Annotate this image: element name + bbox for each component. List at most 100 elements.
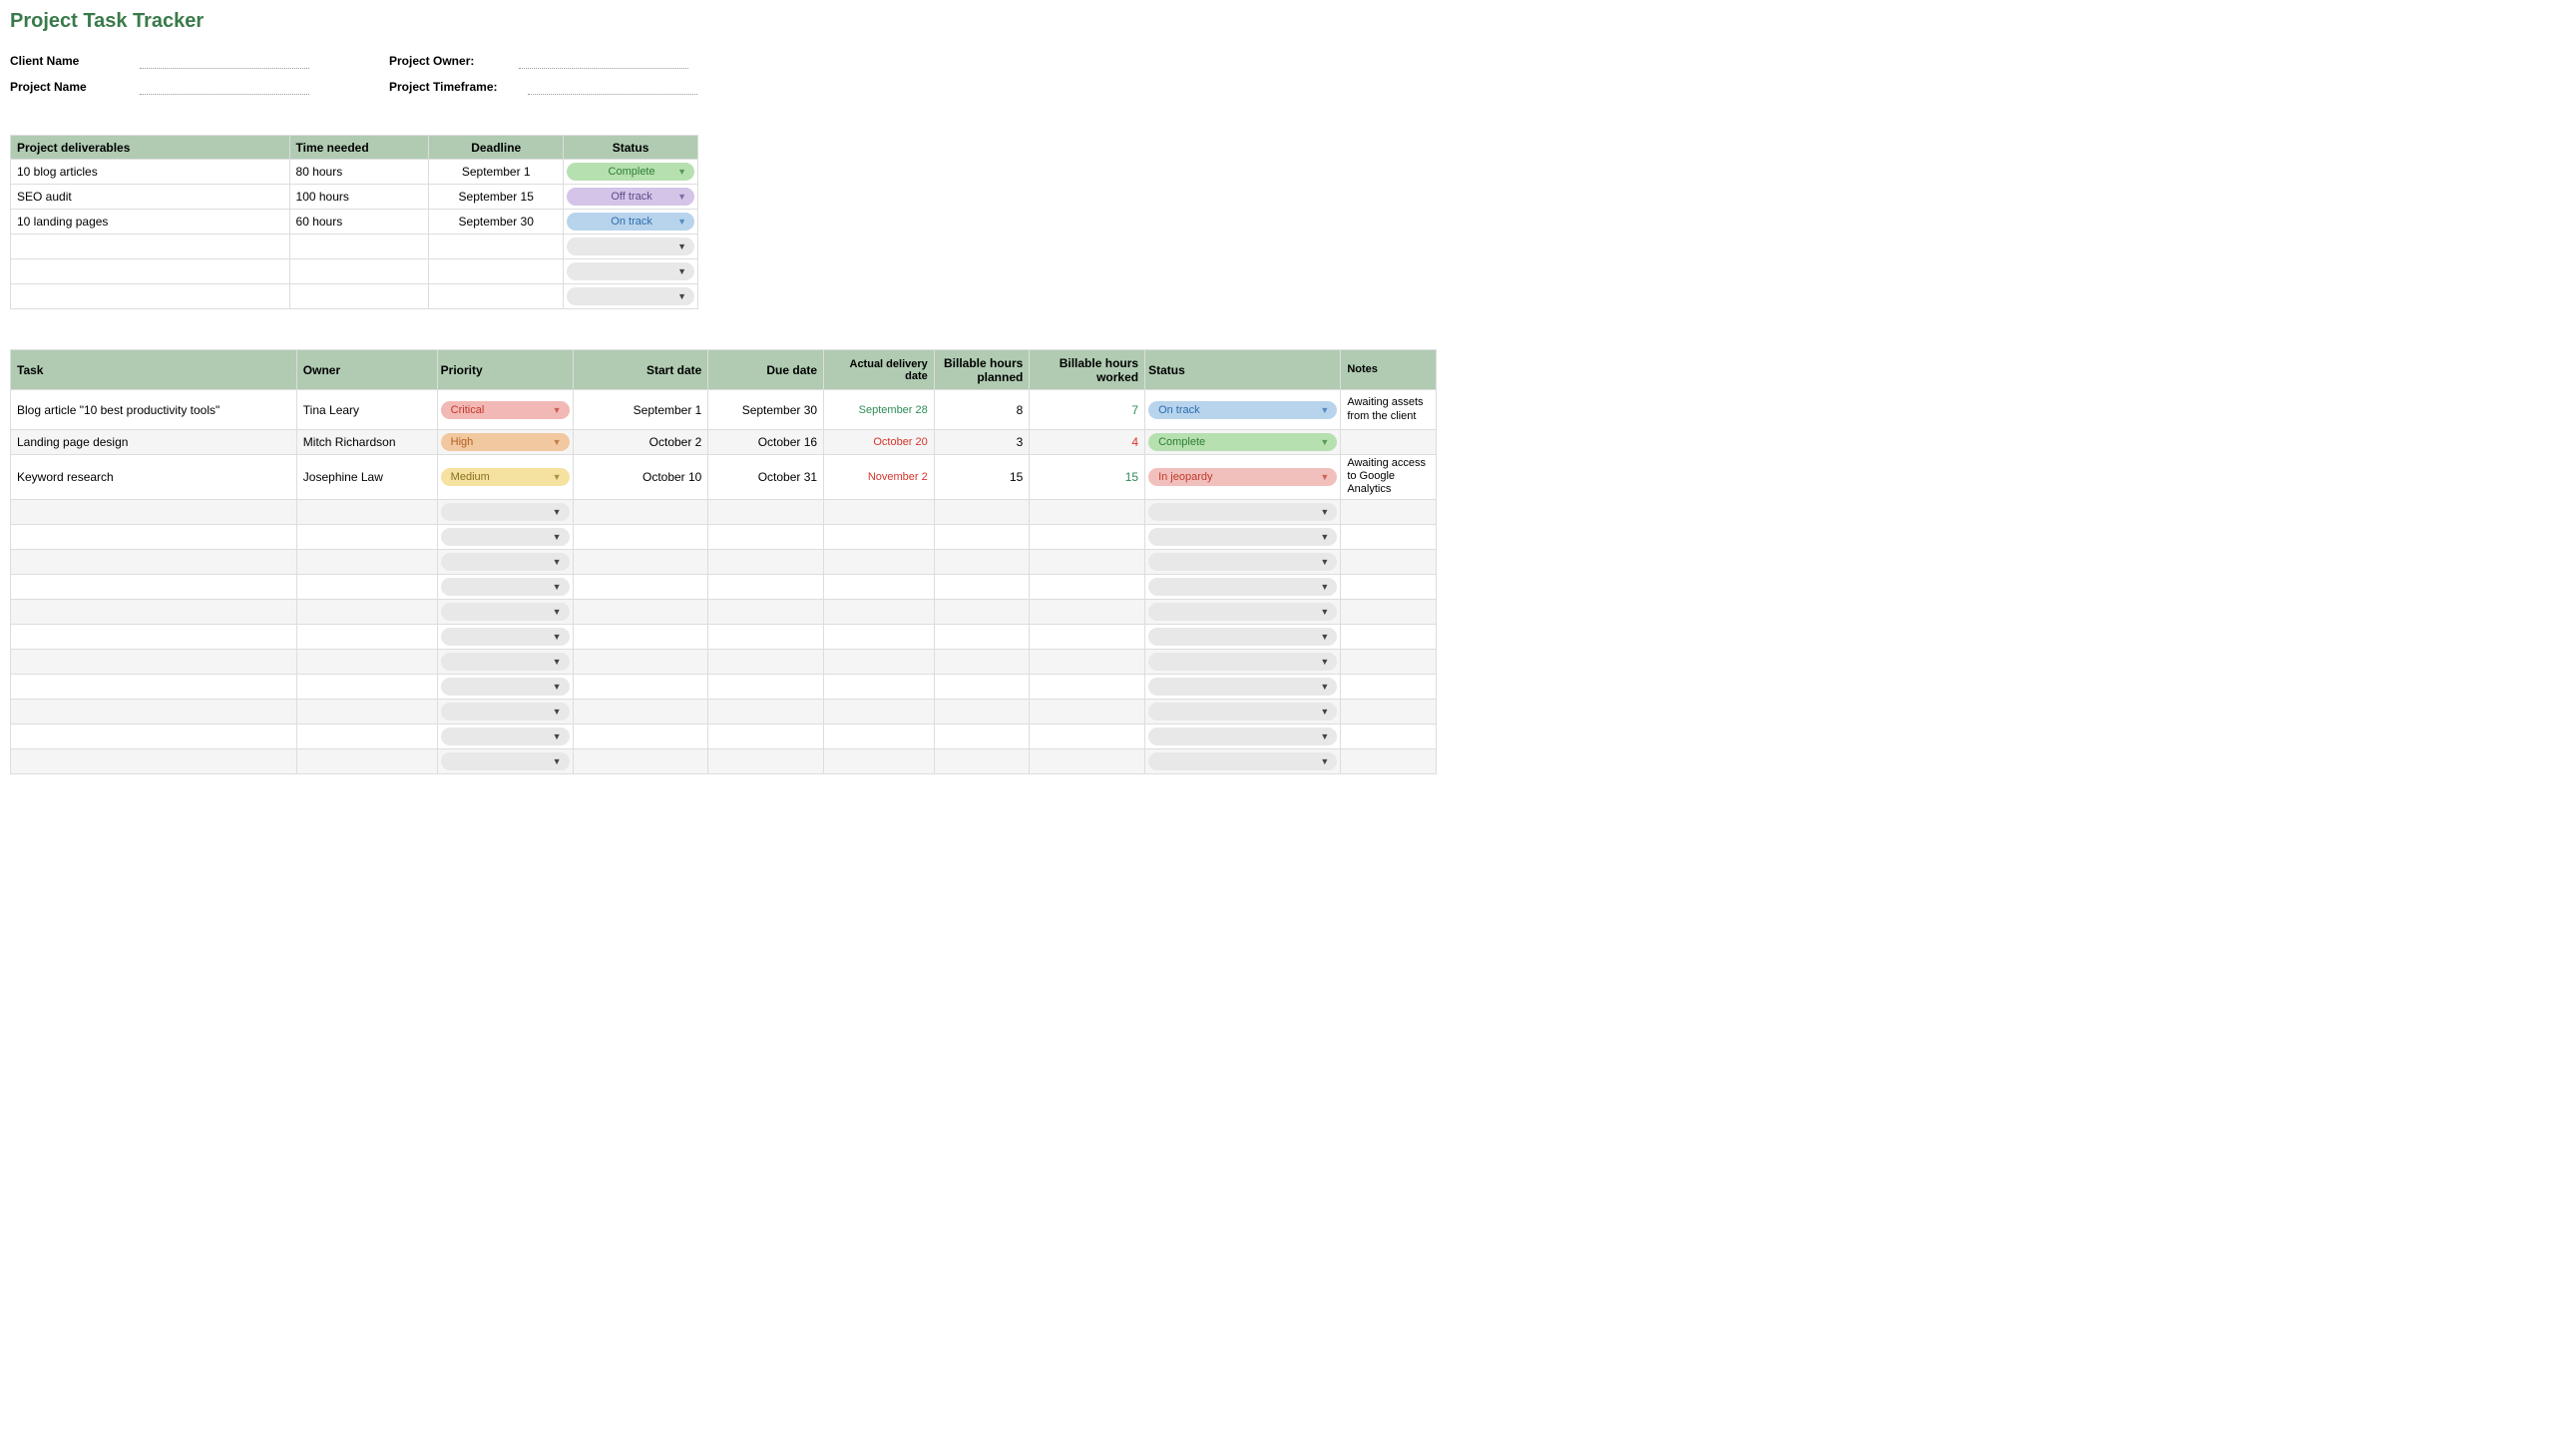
- actual-cell[interactable]: [824, 574, 935, 599]
- planned-cell[interactable]: [934, 524, 1030, 549]
- project-name-input[interactable]: [140, 79, 309, 95]
- planned-cell[interactable]: [934, 574, 1030, 599]
- owner-cell[interactable]: [296, 674, 437, 699]
- notes-cell[interactable]: [1341, 624, 1437, 649]
- deliverable-cell[interactable]: 10 blog articles: [11, 160, 290, 185]
- start-cell[interactable]: [573, 624, 708, 649]
- due-cell[interactable]: [708, 524, 824, 549]
- owner-cell[interactable]: [296, 649, 437, 674]
- planned-cell[interactable]: [934, 674, 1030, 699]
- owner-cell[interactable]: [296, 724, 437, 748]
- task-cell[interactable]: [11, 499, 297, 524]
- notes-cell[interactable]: Awaiting assets from the client: [1341, 390, 1437, 430]
- task-cell[interactable]: [11, 649, 297, 674]
- deadline-cell[interactable]: [429, 259, 564, 284]
- deliverable-cell[interactable]: [11, 284, 290, 309]
- time-cell[interactable]: 60 hours: [289, 210, 429, 235]
- status-dropdown[interactable]: ▼: [1148, 752, 1337, 770]
- actual-cell[interactable]: [824, 649, 935, 674]
- owner-cell[interactable]: [296, 748, 437, 773]
- priority-dropdown[interactable]: High▼: [441, 433, 570, 451]
- notes-cell[interactable]: [1341, 724, 1437, 748]
- status-dropdown[interactable]: ▼: [1148, 628, 1337, 646]
- deliverable-cell[interactable]: SEO audit: [11, 185, 290, 210]
- start-cell[interactable]: [573, 724, 708, 748]
- time-cell[interactable]: 100 hours: [289, 185, 429, 210]
- planned-cell[interactable]: 15: [934, 455, 1030, 500]
- start-cell[interactable]: [573, 524, 708, 549]
- worked-cell[interactable]: [1030, 574, 1145, 599]
- deliverable-cell[interactable]: 10 landing pages: [11, 210, 290, 235]
- notes-cell[interactable]: [1341, 599, 1437, 624]
- worked-cell[interactable]: 4: [1030, 430, 1145, 455]
- planned-cell[interactable]: [934, 699, 1030, 724]
- due-cell[interactable]: [708, 748, 824, 773]
- notes-cell[interactable]: [1341, 549, 1437, 574]
- project-owner-input[interactable]: [519, 53, 688, 69]
- start-cell[interactable]: [573, 574, 708, 599]
- priority-dropdown[interactable]: ▼: [441, 752, 570, 770]
- priority-dropdown[interactable]: Critical▼: [441, 401, 570, 419]
- worked-cell[interactable]: [1030, 724, 1145, 748]
- notes-cell[interactable]: Awaiting access to Google Analytics: [1341, 455, 1437, 500]
- task-cell[interactable]: Landing page design: [11, 430, 297, 455]
- status-dropdown[interactable]: ▼: [1148, 578, 1337, 596]
- deadline-cell[interactable]: [429, 284, 564, 309]
- status-dropdown[interactable]: ▼: [1148, 503, 1337, 521]
- actual-cell[interactable]: [824, 699, 935, 724]
- task-cell[interactable]: [11, 624, 297, 649]
- planned-cell[interactable]: [934, 649, 1030, 674]
- owner-cell[interactable]: [296, 499, 437, 524]
- due-cell[interactable]: [708, 599, 824, 624]
- actual-cell[interactable]: October 20: [824, 430, 935, 455]
- notes-cell[interactable]: [1341, 430, 1437, 455]
- task-cell[interactable]: [11, 674, 297, 699]
- due-cell[interactable]: [708, 649, 824, 674]
- deadline-cell[interactable]: September 1: [429, 160, 564, 185]
- status-dropdown[interactable]: ▼: [1148, 727, 1337, 745]
- actual-cell[interactable]: [824, 524, 935, 549]
- priority-dropdown[interactable]: ▼: [441, 628, 570, 646]
- start-cell[interactable]: [573, 599, 708, 624]
- priority-dropdown[interactable]: Medium▼: [441, 468, 570, 486]
- actual-cell[interactable]: [824, 499, 935, 524]
- worked-cell[interactable]: 15: [1030, 455, 1145, 500]
- worked-cell[interactable]: [1030, 524, 1145, 549]
- status-dropdown[interactable]: ▼: [1148, 703, 1337, 721]
- planned-cell[interactable]: [934, 724, 1030, 748]
- time-cell[interactable]: 80 hours: [289, 160, 429, 185]
- worked-cell[interactable]: [1030, 699, 1145, 724]
- owner-cell[interactable]: [296, 549, 437, 574]
- worked-cell[interactable]: [1030, 674, 1145, 699]
- planned-cell[interactable]: [934, 499, 1030, 524]
- deadline-cell[interactable]: September 30: [429, 210, 564, 235]
- due-cell[interactable]: [708, 624, 824, 649]
- time-cell[interactable]: [289, 235, 429, 259]
- status-dropdown[interactable]: ▼: [1148, 528, 1337, 546]
- due-cell[interactable]: [708, 574, 824, 599]
- start-cell[interactable]: September 1: [573, 390, 708, 430]
- due-cell[interactable]: October 31: [708, 455, 824, 500]
- notes-cell[interactable]: [1341, 574, 1437, 599]
- owner-cell[interactable]: [296, 699, 437, 724]
- status-dropdown[interactable]: Complete▼: [567, 163, 694, 181]
- task-cell[interactable]: [11, 748, 297, 773]
- task-cell[interactable]: Blog article "10 best productivity tools…: [11, 390, 297, 430]
- planned-cell[interactable]: [934, 624, 1030, 649]
- deliverable-cell[interactable]: [11, 235, 290, 259]
- start-cell[interactable]: [573, 699, 708, 724]
- due-cell[interactable]: [708, 699, 824, 724]
- start-cell[interactable]: [573, 674, 708, 699]
- due-cell[interactable]: [708, 499, 824, 524]
- owner-cell[interactable]: [296, 624, 437, 649]
- status-dropdown[interactable]: ▼: [1148, 678, 1337, 696]
- owner-cell[interactable]: [296, 574, 437, 599]
- owner-cell[interactable]: Tina Leary: [296, 390, 437, 430]
- client-name-input[interactable]: [140, 53, 309, 69]
- start-cell[interactable]: [573, 499, 708, 524]
- deadline-cell[interactable]: September 15: [429, 185, 564, 210]
- notes-cell[interactable]: [1341, 674, 1437, 699]
- planned-cell[interactable]: [934, 549, 1030, 574]
- owner-cell[interactable]: Mitch Richardson: [296, 430, 437, 455]
- actual-cell[interactable]: [824, 599, 935, 624]
